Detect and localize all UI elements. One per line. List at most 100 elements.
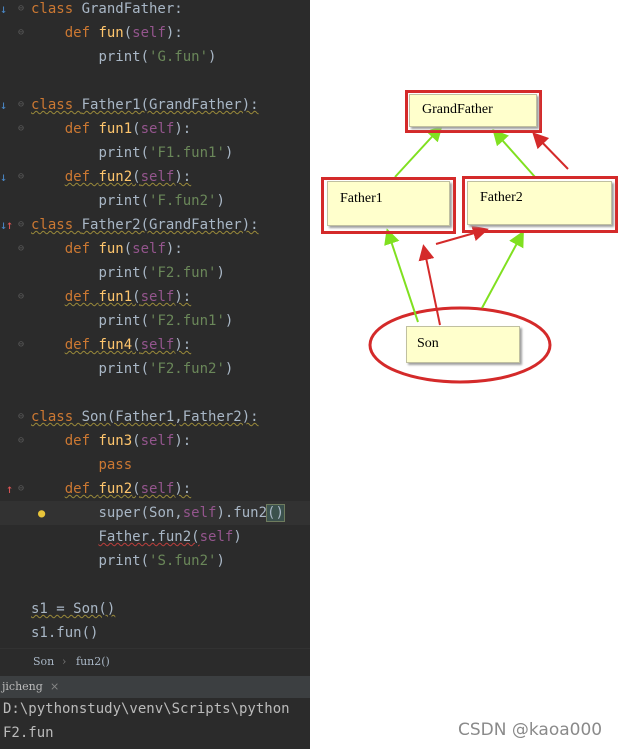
code-token: self (140, 433, 175, 449)
code-line[interactable]: print('G.fun') (0, 45, 310, 69)
code-line[interactable]: s1.fun() (0, 621, 310, 645)
code-line[interactable]: def fun2(self): ⊖ ↓ (0, 165, 310, 189)
fold-icon[interactable]: ⊖ (18, 21, 24, 45)
code-token: self (140, 121, 175, 137)
fold-icon[interactable]: ⊖ (18, 0, 24, 21)
father2-label: Father2 (480, 190, 523, 205)
code-line[interactable]: print('F2.fun1') (0, 309, 310, 333)
code-token: self (182, 505, 217, 521)
code-token: ( (132, 169, 141, 185)
fold-icon[interactable]: ⊖ (18, 93, 24, 117)
code-token: fun3 (98, 433, 133, 449)
code-line[interactable]: def fun4(self): ⊖ (0, 333, 310, 357)
code-token: fun4 (98, 337, 133, 353)
overrides-icon[interactable]: ↑ (6, 213, 13, 237)
code-line[interactable]: print('F2.fun') (0, 261, 310, 285)
code-token: 'F2.fun1' (149, 313, 225, 329)
code-token: 'F.fun2' (149, 193, 217, 209)
code-token: self (140, 169, 175, 185)
code-token: self (132, 25, 166, 41)
code-token: fun (98, 25, 124, 41)
code-line[interactable]: class GrandFather: ⊖ ↓ (0, 0, 310, 21)
code-line[interactable]: def fun(self): ⊖ (0, 237, 310, 261)
code-line[interactable]: class Father1(GrandFather): ⊖ ↓ (0, 93, 310, 117)
lightbulb-icon[interactable]: ● (38, 501, 45, 525)
code-token: self (199, 529, 234, 545)
fold-icon[interactable]: ⊖ (18, 429, 24, 453)
code-line[interactable] (0, 573, 310, 597)
code-token: fun (98, 241, 124, 257)
code-line[interactable]: def fun1(self): ⊖ (0, 285, 310, 309)
code-line[interactable]: super(Son,self).fun2() ● (0, 501, 310, 525)
console-line: F2.fun (3, 725, 54, 741)
code-token: super(Son, (98, 505, 183, 521)
code-token: print( (98, 49, 150, 65)
code-token: self (140, 289, 175, 305)
arrow-father2-to-grandfather (492, 129, 536, 178)
fold-icon[interactable]: ⊖ (18, 333, 24, 357)
fold-icon[interactable]: ⊖ (18, 405, 24, 429)
ide-panel: class GrandFather: ⊖ ↓ def fun(self): ⊖ pri… (0, 0, 310, 749)
code-token: ( (123, 241, 133, 257)
fold-icon[interactable]: ⊖ (18, 213, 24, 237)
code-token: s1.fun() (31, 625, 99, 641)
code-token: GrandFather: (81, 1, 183, 17)
breadcrumb-item-fun2[interactable]: fun2() (76, 649, 110, 675)
code-token: 'F1.fun1' (149, 145, 225, 161)
code-token: print( (98, 361, 150, 377)
code-line[interactable]: print('F1.fun1') (0, 141, 310, 165)
fold-icon[interactable]: ⊖ (18, 477, 24, 501)
code-line[interactable]: def fun2(self): ⊖ ↑ (0, 477, 310, 501)
close-icon[interactable]: × (50, 676, 59, 698)
arrow-father1-to-grandfather (394, 125, 443, 178)
code-line[interactable]: print('F2.fun2') (0, 357, 310, 381)
code-line[interactable]: def fun(self): ⊖ (0, 21, 310, 45)
code-token: ): (174, 121, 192, 137)
code-line[interactable]: print('F.fun2') (0, 189, 310, 213)
code-line[interactable]: pass (0, 453, 310, 477)
overrides-icon[interactable]: ↑ (6, 477, 13, 501)
code-line[interactable]: class Son(Father1,Father2): ⊖ (0, 405, 310, 429)
inheritance-diagram: GrandFather Father1 Father2 Son (310, 0, 623, 749)
fold-icon[interactable]: ⊖ (18, 285, 24, 309)
run-console: D:\pythonstudy\venv\Scripts\python F2.fu… (0, 698, 310, 749)
code-line[interactable]: def fun3(self): ⊖ (0, 429, 310, 453)
fold-icon[interactable]: ⊖ (18, 165, 24, 189)
code-token: () (266, 504, 285, 522)
code-line[interactable]: Father.fun2(self) (0, 525, 310, 549)
code-token: def (64, 433, 99, 449)
code-line[interactable]: print('S.fun2') (0, 549, 310, 573)
code-line[interactable]: class Father2(GrandFather): ⊖ ↓ ↑ (0, 213, 310, 237)
run-tab-label[interactable]: jicheng (2, 676, 43, 698)
code-token: ): (165, 25, 183, 41)
code-token: Father1(GrandFather): (81, 97, 259, 113)
grandfather-box: GrandFather (409, 94, 537, 127)
code-line[interactable] (0, 381, 310, 405)
overridden-icon[interactable]: ↓ (0, 93, 7, 117)
code-line[interactable]: def fun1(self): ⊖ (0, 117, 310, 141)
code-token: def (64, 481, 99, 497)
breadcrumb-item-son[interactable]: Son (33, 649, 54, 675)
code-line[interactable] (0, 69, 310, 93)
code-token: Son(Father1,Father2): (81, 409, 259, 425)
fold-icon[interactable]: ⊖ (18, 237, 24, 261)
code-line[interactable]: s1 = Son() (0, 597, 310, 621)
run-tab[interactable]: jicheng × (0, 675, 310, 698)
code-token: self (140, 481, 175, 497)
code-token: s1 = Son() (31, 601, 116, 617)
overridden-icon[interactable]: ↓ (0, 0, 7, 21)
fold-icon[interactable]: ⊖ (18, 117, 24, 141)
code-token: ) (224, 145, 234, 161)
code-token: ): (174, 289, 192, 305)
code-editor[interactable]: class GrandFather: ⊖ ↓ def fun(self): ⊖ pri… (0, 0, 310, 648)
code-token: ) (216, 265, 225, 281)
arrow-son-to-father2 (481, 230, 524, 309)
overridden-icon[interactable]: ↓ (0, 165, 7, 189)
